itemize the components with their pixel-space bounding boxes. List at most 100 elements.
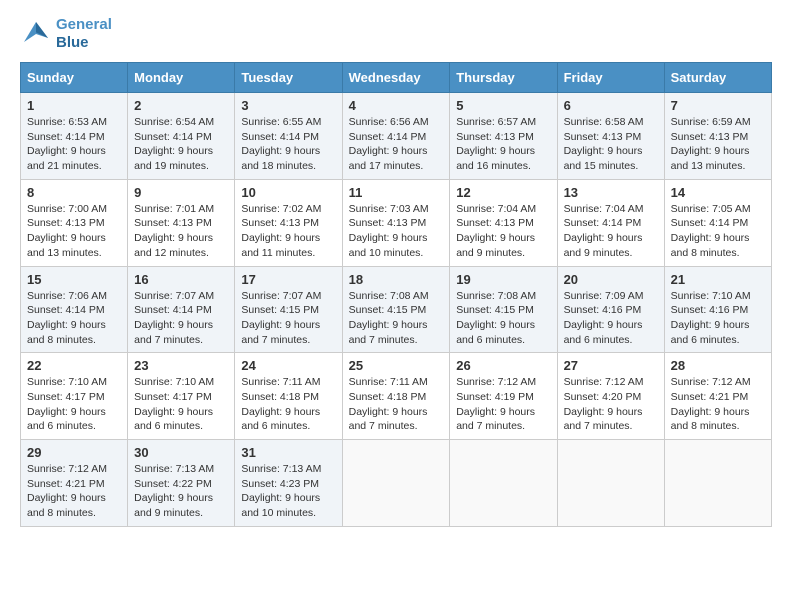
day-info: Sunrise: 7:10 AMSunset: 4:16 PMDaylight:… <box>671 290 751 346</box>
calendar-cell: 10 Sunrise: 7:02 AMSunset: 4:13 PMDaylig… <box>235 179 342 266</box>
calendar-cell: 9 Sunrise: 7:01 AMSunset: 4:13 PMDayligh… <box>128 179 235 266</box>
day-number: 8 <box>27 185 121 200</box>
calendar-cell: 26 Sunrise: 7:12 AMSunset: 4:19 PMDaylig… <box>450 353 557 440</box>
calendar-cell: 13 Sunrise: 7:04 AMSunset: 4:14 PMDaylig… <box>557 179 664 266</box>
day-info: Sunrise: 7:11 AMSunset: 4:18 PMDaylight:… <box>241 376 320 432</box>
day-info: Sunrise: 7:00 AMSunset: 4:13 PMDaylight:… <box>27 203 107 259</box>
day-number: 19 <box>456 272 550 287</box>
day-info: Sunrise: 7:08 AMSunset: 4:15 PMDaylight:… <box>456 290 536 346</box>
calendar-cell: 22 Sunrise: 7:10 AMSunset: 4:17 PMDaylig… <box>21 353 128 440</box>
day-number: 30 <box>134 445 228 460</box>
day-number: 5 <box>456 98 550 113</box>
day-info: Sunrise: 7:12 AMSunset: 4:20 PMDaylight:… <box>564 376 644 432</box>
day-info: Sunrise: 7:04 AMSunset: 4:13 PMDaylight:… <box>456 203 536 259</box>
calendar-cell: 19 Sunrise: 7:08 AMSunset: 4:15 PMDaylig… <box>450 266 557 353</box>
weekday-header: Monday <box>128 63 235 93</box>
day-info: Sunrise: 7:01 AMSunset: 4:13 PMDaylight:… <box>134 203 214 259</box>
day-info: Sunrise: 7:05 AMSunset: 4:14 PMDaylight:… <box>671 203 751 259</box>
weekday-header: Tuesday <box>235 63 342 93</box>
day-info: Sunrise: 7:04 AMSunset: 4:14 PMDaylight:… <box>564 203 644 259</box>
calendar-cell: 5 Sunrise: 6:57 AMSunset: 4:13 PMDayligh… <box>450 93 557 180</box>
day-number: 13 <box>564 185 658 200</box>
day-number: 17 <box>241 272 335 287</box>
day-number: 3 <box>241 98 335 113</box>
day-number: 16 <box>134 272 228 287</box>
day-info: Sunrise: 7:11 AMSunset: 4:18 PMDaylight:… <box>349 376 428 432</box>
day-number: 23 <box>134 358 228 373</box>
day-info: Sunrise: 6:54 AMSunset: 4:14 PMDaylight:… <box>134 116 214 172</box>
calendar-cell: 15 Sunrise: 7:06 AMSunset: 4:14 PMDaylig… <box>21 266 128 353</box>
calendar-cell: 3 Sunrise: 6:55 AMSunset: 4:14 PMDayligh… <box>235 93 342 180</box>
day-info: Sunrise: 6:59 AMSunset: 4:13 PMDaylight:… <box>671 116 751 172</box>
day-number: 10 <box>241 185 335 200</box>
calendar-cell: 31 Sunrise: 7:13 AMSunset: 4:23 PMDaylig… <box>235 440 342 527</box>
day-info: Sunrise: 6:55 AMSunset: 4:14 PMDaylight:… <box>241 116 321 172</box>
day-number: 18 <box>349 272 444 287</box>
calendar-table: SundayMondayTuesdayWednesdayThursdayFrid… <box>20 62 772 527</box>
day-info: Sunrise: 6:56 AMSunset: 4:14 PMDaylight:… <box>349 116 429 172</box>
day-info: Sunrise: 6:53 AMSunset: 4:14 PMDaylight:… <box>27 116 107 172</box>
day-number: 29 <box>27 445 121 460</box>
day-info: Sunrise: 7:10 AMSunset: 4:17 PMDaylight:… <box>134 376 214 432</box>
day-info: Sunrise: 7:03 AMSunset: 4:13 PMDaylight:… <box>349 203 429 259</box>
calendar-cell: 17 Sunrise: 7:07 AMSunset: 4:15 PMDaylig… <box>235 266 342 353</box>
day-info: Sunrise: 6:58 AMSunset: 4:13 PMDaylight:… <box>564 116 644 172</box>
day-number: 4 <box>349 98 444 113</box>
day-info: Sunrise: 7:12 AMSunset: 4:21 PMDaylight:… <box>671 376 751 432</box>
calendar-cell <box>342 440 450 527</box>
calendar-cell: 11 Sunrise: 7:03 AMSunset: 4:13 PMDaylig… <box>342 179 450 266</box>
day-number: 12 <box>456 185 550 200</box>
day-info: Sunrise: 7:12 AMSunset: 4:19 PMDaylight:… <box>456 376 536 432</box>
calendar-cell: 21 Sunrise: 7:10 AMSunset: 4:16 PMDaylig… <box>664 266 771 353</box>
day-info: Sunrise: 7:13 AMSunset: 4:23 PMDaylight:… <box>241 463 321 519</box>
calendar-cell: 25 Sunrise: 7:11 AMSunset: 4:18 PMDaylig… <box>342 353 450 440</box>
day-number: 7 <box>671 98 765 113</box>
weekday-header: Thursday <box>450 63 557 93</box>
day-number: 25 <box>349 358 444 373</box>
calendar-cell <box>664 440 771 527</box>
day-info: Sunrise: 7:13 AMSunset: 4:22 PMDaylight:… <box>134 463 214 519</box>
weekday-header: Wednesday <box>342 63 450 93</box>
calendar-cell: 6 Sunrise: 6:58 AMSunset: 4:13 PMDayligh… <box>557 93 664 180</box>
calendar-cell: 23 Sunrise: 7:10 AMSunset: 4:17 PMDaylig… <box>128 353 235 440</box>
calendar-cell: 4 Sunrise: 6:56 AMSunset: 4:14 PMDayligh… <box>342 93 450 180</box>
weekday-header: Sunday <box>21 63 128 93</box>
day-info: Sunrise: 7:09 AMSunset: 4:16 PMDaylight:… <box>564 290 644 346</box>
calendar-cell <box>450 440 557 527</box>
day-info: Sunrise: 7:07 AMSunset: 4:14 PMDaylight:… <box>134 290 214 346</box>
weekday-header: Saturday <box>664 63 771 93</box>
day-number: 2 <box>134 98 228 113</box>
calendar-cell <box>557 440 664 527</box>
calendar-cell: 27 Sunrise: 7:12 AMSunset: 4:20 PMDaylig… <box>557 353 664 440</box>
logo-icon <box>20 18 52 50</box>
calendar-week-row: 22 Sunrise: 7:10 AMSunset: 4:17 PMDaylig… <box>21 353 772 440</box>
day-number: 9 <box>134 185 228 200</box>
day-number: 11 <box>349 185 444 200</box>
day-number: 21 <box>671 272 765 287</box>
calendar-cell: 24 Sunrise: 7:11 AMSunset: 4:18 PMDaylig… <box>235 353 342 440</box>
day-number: 14 <box>671 185 765 200</box>
calendar-week-row: 8 Sunrise: 7:00 AMSunset: 4:13 PMDayligh… <box>21 179 772 266</box>
calendar-cell: 20 Sunrise: 7:09 AMSunset: 4:16 PMDaylig… <box>557 266 664 353</box>
day-info: Sunrise: 7:10 AMSunset: 4:17 PMDaylight:… <box>27 376 107 432</box>
calendar-cell: 1 Sunrise: 6:53 AMSunset: 4:14 PMDayligh… <box>21 93 128 180</box>
calendar-week-row: 1 Sunrise: 6:53 AMSunset: 4:14 PMDayligh… <box>21 93 772 180</box>
day-number: 22 <box>27 358 121 373</box>
calendar-cell: 8 Sunrise: 7:00 AMSunset: 4:13 PMDayligh… <box>21 179 128 266</box>
day-info: Sunrise: 7:12 AMSunset: 4:21 PMDaylight:… <box>27 463 107 519</box>
calendar-cell: 7 Sunrise: 6:59 AMSunset: 4:13 PMDayligh… <box>664 93 771 180</box>
logo-text: General Blue <box>56 16 112 52</box>
day-number: 31 <box>241 445 335 460</box>
day-info: Sunrise: 7:08 AMSunset: 4:15 PMDaylight:… <box>349 290 429 346</box>
day-info: Sunrise: 7:07 AMSunset: 4:15 PMDaylight:… <box>241 290 321 346</box>
calendar-week-row: 15 Sunrise: 7:06 AMSunset: 4:14 PMDaylig… <box>21 266 772 353</box>
day-info: Sunrise: 6:57 AMSunset: 4:13 PMDaylight:… <box>456 116 536 172</box>
day-number: 1 <box>27 98 121 113</box>
calendar-cell: 28 Sunrise: 7:12 AMSunset: 4:21 PMDaylig… <box>664 353 771 440</box>
calendar-cell: 14 Sunrise: 7:05 AMSunset: 4:14 PMDaylig… <box>664 179 771 266</box>
day-info: Sunrise: 7:02 AMSunset: 4:13 PMDaylight:… <box>241 203 321 259</box>
day-info: Sunrise: 7:06 AMSunset: 4:14 PMDaylight:… <box>27 290 107 346</box>
calendar-cell: 30 Sunrise: 7:13 AMSunset: 4:22 PMDaylig… <box>128 440 235 527</box>
weekday-header: Friday <box>557 63 664 93</box>
calendar-cell: 29 Sunrise: 7:12 AMSunset: 4:21 PMDaylig… <box>21 440 128 527</box>
